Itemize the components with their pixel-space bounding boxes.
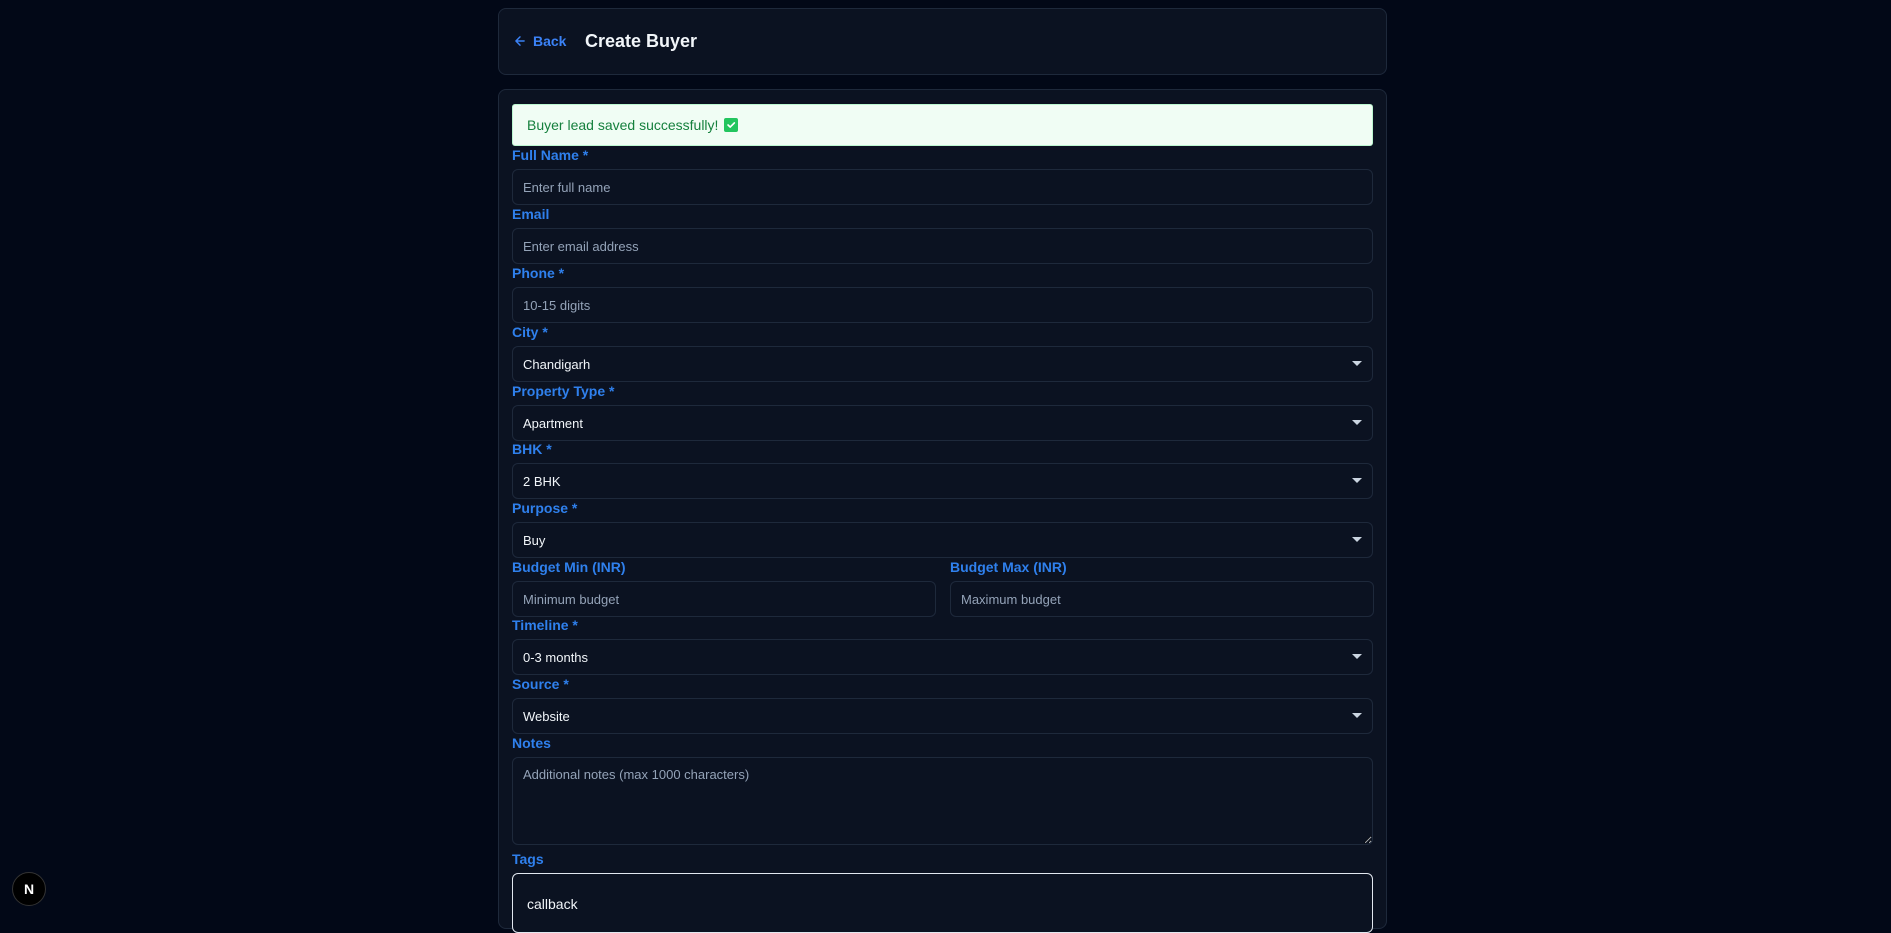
check-icon (724, 118, 739, 132)
timeline-label: Timeline * (512, 617, 578, 633)
chevron-down-icon (1352, 478, 1362, 483)
property-type-label: Property Type * (512, 383, 615, 399)
email-label: Email (512, 206, 550, 222)
nextjs-badge-icon[interactable]: N (12, 872, 46, 906)
back-label: Back (533, 33, 567, 49)
success-alert: Buyer lead saved successfully! (512, 104, 1373, 146)
source-value: Website (523, 708, 570, 724)
budget-max-input[interactable] (950, 581, 1374, 617)
budget-min-input[interactable] (512, 581, 936, 617)
property-type-value: Apartment (523, 415, 583, 431)
arrow-left-icon (515, 36, 525, 46)
buyer-form: Buyer lead saved successfully! Full Name… (498, 89, 1387, 933)
tags-input[interactable]: callback (512, 873, 1373, 933)
full-name-label: Full Name * (512, 147, 589, 163)
bhk-label: BHK * (512, 441, 552, 457)
page-title: Create Buyer (585, 31, 698, 51)
chevron-down-icon (1352, 537, 1362, 542)
tags-label: Tags (512, 851, 544, 867)
chevron-down-icon (1352, 654, 1362, 659)
purpose-value: Buy (523, 532, 546, 548)
notes-textarea[interactable] (512, 757, 1373, 845)
back-link[interactable]: Back (513, 33, 566, 49)
city-value: Chandigarh (523, 356, 591, 372)
source-label: Source * (512, 676, 569, 692)
timeline-select[interactable]: 0-3 months (512, 639, 1373, 675)
chevron-down-icon (1352, 420, 1362, 425)
chevron-down-icon (1352, 713, 1362, 718)
badge-letter: N (23, 881, 35, 897)
chevron-down-icon (1352, 361, 1362, 366)
email-input[interactable] (512, 228, 1373, 264)
phone-label: Phone * (512, 265, 565, 281)
tag-value: callback (527, 896, 578, 912)
source-select[interactable]: Website (512, 698, 1373, 734)
property-type-select[interactable]: Apartment (512, 405, 1373, 441)
header-card: Back Create Buyer (498, 8, 1387, 75)
phone-input[interactable] (512, 287, 1373, 323)
full-name-input[interactable] (512, 169, 1373, 205)
success-message: Buyer lead saved successfully! (527, 117, 719, 133)
purpose-select[interactable]: Buy (512, 522, 1373, 558)
timeline-value: 0-3 months (523, 649, 589, 665)
city-select[interactable]: Chandigarh (512, 346, 1373, 382)
notes-label: Notes (512, 735, 551, 751)
bhk-value: 2 BHK (523, 473, 561, 489)
bhk-select[interactable]: 2 BHK (512, 463, 1373, 499)
city-label: City * (512, 324, 548, 340)
budget-max-label: Budget Max (INR) (950, 559, 1067, 575)
budget-min-label: Budget Min (INR) (512, 559, 626, 575)
purpose-label: Purpose * (512, 500, 578, 516)
